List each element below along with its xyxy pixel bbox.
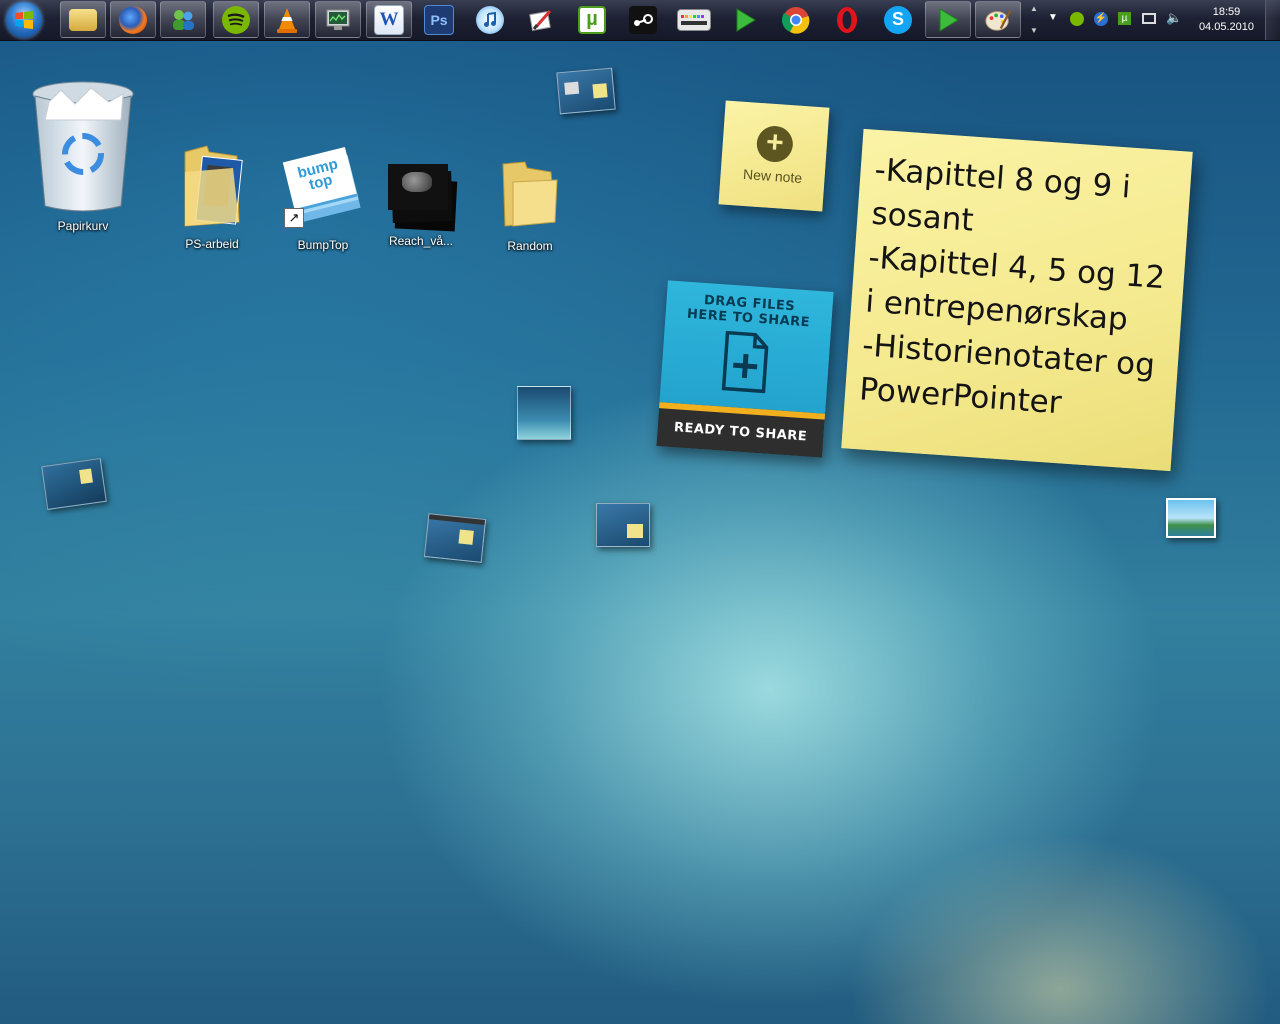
photoshop-icon: Ps	[424, 4, 454, 35]
show-desktop-button[interactable]	[1265, 0, 1280, 40]
chevron-up-icon: ▲	[1030, 4, 1038, 13]
share-dropzone[interactable]: DRAG FILES HERE TO SHARE READY TO SHARE	[656, 280, 834, 458]
taskbar-paint-button[interactable]	[975, 1, 1021, 38]
wallpaper-thumbnail[interactable]	[517, 386, 571, 440]
taskbar-firefox-button[interactable]	[110, 1, 156, 38]
steam-icon	[629, 5, 657, 34]
show-hidden-icons-button[interactable]: ▼	[1048, 12, 1058, 23]
shortcut-arrow-icon: ↗	[284, 208, 304, 228]
skype-icon: S	[884, 5, 912, 34]
vlc-cone-icon	[273, 6, 301, 34]
play-icon	[731, 6, 759, 34]
recycle-bin-icon	[32, 81, 134, 212]
firefox-icon	[119, 5, 147, 34]
add-file-icon	[721, 330, 769, 394]
palette-icon	[984, 6, 1012, 34]
new-note-button[interactable]: + New note	[718, 100, 830, 212]
system-tray: ▼ ⚡ µ 🔈 18:59 04.05.2010	[1046, 0, 1280, 40]
play-icon	[934, 6, 962, 34]
brush-icon	[527, 6, 555, 34]
desktop-screenshot-thumbnail[interactable]	[423, 513, 487, 563]
taskbar-brush-button[interactable]	[518, 1, 564, 38]
folder-icon	[69, 8, 97, 31]
monitor-icon	[324, 6, 352, 34]
taskbar-monitor-button[interactable]	[315, 1, 361, 38]
volume-icon[interactable]: 🔈	[1166, 10, 1182, 26]
taskbar: W Ps µ S ▲ ▼ ▼ ⚡ µ 🔈 18:59 04.05.2010	[0, 0, 1280, 41]
desktop-screenshot-thumbnail[interactable]	[556, 67, 616, 115]
taskbar-itunes-button[interactable]	[467, 1, 513, 38]
share-status-bar: READY TO SHARE	[656, 402, 826, 458]
folder-label: Random	[507, 239, 553, 253]
desktop-folder-random[interactable]: Random	[486, 160, 574, 253]
taskbar-vlc-button[interactable]	[264, 1, 310, 38]
taskbar-word-button[interactable]: W	[366, 1, 412, 38]
word-icon: W	[374, 4, 404, 35]
desktop-shortcut-bumptop[interactable]: bump top ↗ BumpTop	[276, 147, 370, 252]
spotify-icon	[222, 5, 250, 34]
taskbar-spotify-button[interactable]	[213, 1, 259, 38]
taskbar-explorer-button[interactable]	[60, 1, 106, 38]
taskbar-player2-button[interactable]	[925, 1, 971, 38]
folder-icon	[502, 161, 558, 227]
taskbar-photoshop-button[interactable]: Ps	[416, 1, 462, 38]
taskbar-opera-button[interactable]	[824, 1, 870, 38]
bumptop-logo-text: bump top	[295, 155, 340, 194]
desktop-pile-reach[interactable]: Reach_vå...	[376, 162, 466, 248]
clock-date: 04.05.2010	[1198, 21, 1254, 33]
taskbar-scroll-arrows[interactable]: ▲ ▼	[1028, 2, 1040, 38]
spotify-tray-icon[interactable]	[1070, 12, 1084, 26]
utorrent-icon: µ	[578, 5, 606, 34]
share-dropzone-title: DRAG FILES HERE TO SHARE	[686, 292, 811, 331]
network-icon[interactable]	[1142, 13, 1156, 24]
taskbar-equalizer-button[interactable]	[671, 1, 717, 38]
windows-logo-icon	[15, 11, 33, 29]
opera-icon	[833, 6, 861, 34]
taskbar-steam-button[interactable]	[620, 1, 666, 38]
desktop-folder-ps-arbeid[interactable]: PS-arbeid	[170, 142, 254, 251]
chrome-icon	[782, 6, 810, 34]
plus-circle-icon: +	[755, 124, 795, 164]
folder-icon	[184, 145, 243, 227]
clock[interactable]: 18:59 04.05.2010	[1199, 5, 1254, 35]
shortcut-label: BumpTop	[297, 238, 349, 252]
desktop-screenshot-thumbnail[interactable]	[596, 503, 650, 547]
start-button[interactable]	[6, 2, 42, 38]
equalizer-icon	[677, 8, 711, 31]
recycle-bin[interactable]: Papirkurv	[28, 80, 138, 233]
taskbar-utorrent-button[interactable]: µ	[569, 1, 615, 38]
taskbar-skype-button[interactable]: S	[875, 1, 921, 38]
taskbar-messenger-button[interactable]	[160, 1, 206, 38]
landscape-image-thumbnail[interactable]	[1166, 498, 1216, 538]
lightning-tray-icon[interactable]: ⚡	[1094, 12, 1108, 26]
bumptop-icon: bump top ↗	[280, 147, 366, 228]
desktop-screenshot-thumbnail[interactable]	[41, 458, 107, 510]
taskbar-chrome-button[interactable]	[773, 1, 819, 38]
pile-label: Reach_vå...	[388, 234, 454, 248]
clock-time: 18:59	[1212, 6, 1241, 18]
new-note-label: New note	[742, 165, 803, 186]
recycle-bin-label: Papirkurv	[57, 219, 109, 233]
utorrent-tray-icon[interactable]: µ	[1118, 12, 1131, 25]
image-stack-icon	[384, 162, 458, 232]
messenger-icon	[169, 6, 197, 34]
itunes-icon	[476, 5, 504, 34]
taskbar-player-button[interactable]	[722, 1, 768, 38]
chevron-down-icon: ▼	[1030, 26, 1038, 35]
sticky-note[interactable]: -Kapittel 8 og 9 i sosant -Kapittel 4, 5…	[841, 128, 1193, 472]
folder-label: PS-arbeid	[185, 237, 239, 251]
